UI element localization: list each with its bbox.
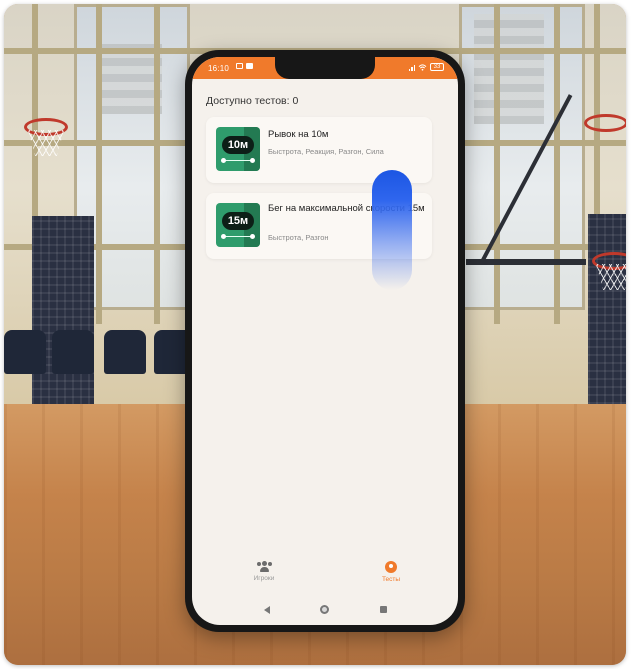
bottom-nav: Игроки Тесты	[192, 557, 458, 593]
wall-pad	[32, 216, 94, 406]
signal-icon	[408, 64, 415, 71]
touch-swipe-indicator	[372, 170, 412, 290]
nav-label-tests: Тесты	[381, 576, 401, 583]
wifi-icon	[418, 63, 427, 71]
track-start-dot	[221, 158, 226, 163]
hoop-support	[466, 259, 586, 265]
timer-icon	[385, 561, 397, 573]
home-icon[interactable]	[320, 605, 329, 614]
people-icon	[256, 561, 272, 572]
gym-chair	[104, 330, 146, 374]
track-end-dot	[250, 234, 255, 239]
notification-icons	[236, 63, 253, 69]
test-tags: Быстрота, Разгон	[268, 233, 329, 242]
background-building	[474, 14, 544, 124]
status-time: 16:10	[208, 64, 230, 73]
distance-badge: 10м	[222, 136, 254, 154]
track-end-dot	[250, 158, 255, 163]
nav-label-players: Игроки	[253, 575, 275, 582]
battery-icon: 33	[430, 63, 444, 71]
camera-notch	[275, 57, 375, 79]
window-mullion	[96, 4, 102, 324]
video-frame: 16:10 33 Доступно тестов: 0 10м Рывок на…	[4, 4, 626, 665]
test-thumbnail: 15м	[216, 203, 260, 247]
back-icon[interactable]	[264, 606, 270, 614]
test-thumbnail: 10м	[216, 127, 260, 171]
window-mullion	[154, 4, 160, 324]
gym-chair	[4, 330, 46, 374]
message-icon	[236, 63, 243, 69]
available-tests-label: Доступно тестов: 0	[206, 95, 299, 107]
recent-apps-icon[interactable]	[380, 606, 387, 613]
system-nav-bar	[192, 603, 458, 619]
test-tags: Быстрота, Реакция, Разгон, Сила	[268, 147, 384, 156]
window-mullion	[494, 4, 500, 324]
distance-badge: 15м	[222, 212, 254, 230]
basketball-hoop	[584, 114, 626, 132]
window-mullion	[554, 4, 560, 324]
test-title: Рывок на 10м	[268, 129, 329, 140]
gym-chair	[52, 330, 94, 374]
nav-item-players[interactable]: Игроки	[234, 561, 294, 582]
nav-item-tests[interactable]: Тесты	[361, 561, 421, 583]
background-building	[102, 44, 162, 114]
wall-pad	[588, 214, 626, 404]
camera-icon	[246, 63, 253, 69]
app-screen: 16:10 33 Доступно тестов: 0 10м Рывок на…	[192, 57, 458, 625]
system-status-icons: 33	[408, 63, 444, 71]
phone-mockup: 16:10 33 Доступно тестов: 0 10м Рывок на…	[185, 50, 465, 632]
track-start-dot	[221, 234, 226, 239]
